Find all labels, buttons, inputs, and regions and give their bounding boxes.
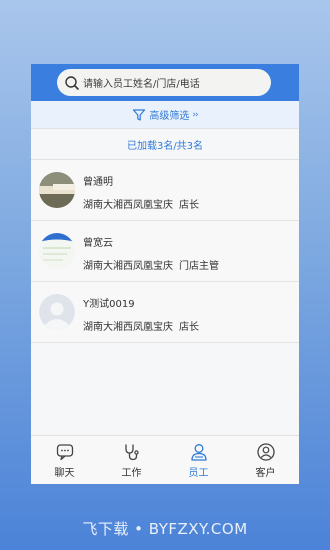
staff-icon	[189, 442, 209, 462]
employee-store: 湖南大湘西凤凰宝庆	[83, 261, 173, 272]
employee-store: 湖南大湘西凤凰宝庆	[83, 200, 173, 211]
tab-label: 员工	[188, 467, 209, 479]
employee-info: 湖南大湘西凤凰宝庆 店长	[83, 318, 199, 333]
advanced-filter-label: 高级筛选	[149, 111, 190, 122]
employee-role: 店长	[179, 322, 199, 333]
avatar	[39, 233, 75, 269]
tab-staff[interactable]: 员工	[165, 436, 232, 484]
employee-list: 曾通明 湖南大湘西凤凰宝庆 店长 曾宽云 湖南大湘西凤凰宝庆 门店主管 Y测试0…	[31, 160, 299, 343]
employee-info: 湖南大湘西凤凰宝庆 门店主管	[83, 257, 219, 272]
tab-chat[interactable]: 聊天	[31, 436, 98, 484]
default-avatar-icon	[39, 294, 75, 330]
employee-role: 门店主管	[179, 261, 219, 272]
employee-role: 店长	[179, 200, 199, 211]
tab-customer[interactable]: 客户	[232, 436, 299, 484]
list-item[interactable]: 曾宽云 湖南大湘西凤凰宝庆 门店主管	[31, 221, 299, 282]
top-bar: 请输入员工姓名/门店/电话	[31, 64, 299, 101]
employee-name: 曾通明	[83, 177, 113, 188]
search-placeholder: 请输入员工姓名/门店/电话	[83, 79, 200, 90]
advanced-filter-button[interactable]: 高级筛选 ››	[31, 101, 299, 128]
avatar	[39, 172, 75, 208]
employee-name: Y测试0019	[83, 299, 135, 310]
loaded-count: 已加载3名/共3名	[31, 129, 299, 159]
tab-label: 工作	[121, 467, 142, 479]
tab-label: 客户	[255, 467, 276, 479]
employee-name: 曾宽云	[83, 238, 113, 249]
employee-store: 湖南大湘西凤凰宝庆	[83, 322, 173, 333]
bottom-tab-bar: 聊天 工作 员工 客户	[31, 435, 299, 484]
list-item[interactable]: 曾通明 湖南大湘西凤凰宝庆 店长	[31, 160, 299, 221]
filter-icon	[132, 108, 146, 122]
search-icon	[64, 75, 80, 91]
tab-label: 聊天	[54, 467, 75, 479]
chevron-right-icon: ››	[192, 109, 198, 120]
employee-info: 湖南大湘西凤凰宝庆 店长	[83, 196, 199, 211]
customer-icon	[256, 442, 276, 462]
app-screen: 请输入员工姓名/门店/电话 高级筛选 ›› 已加载3名/共3名 曾通明 湖南大湘…	[31, 64, 299, 484]
list-item[interactable]: Y测试0019 湖南大湘西凤凰宝庆 店长	[31, 282, 299, 343]
search-input[interactable]: 请输入员工姓名/门店/电话	[57, 69, 271, 96]
chat-icon	[55, 442, 75, 462]
stethoscope-icon	[122, 442, 142, 462]
tab-work[interactable]: 工作	[98, 436, 165, 484]
watermark: 飞下载 • BYFZXY.COM	[82, 520, 248, 538]
